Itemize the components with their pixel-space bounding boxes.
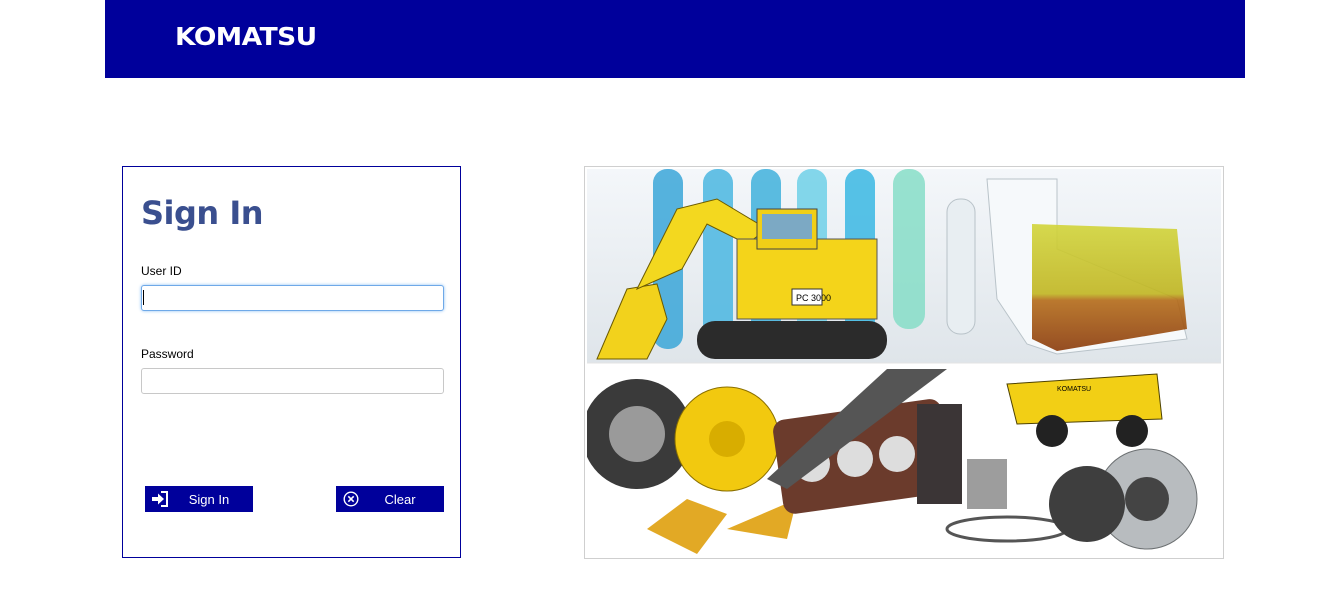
password-input[interactable] <box>141 368 444 394</box>
password-label: Password <box>141 347 194 361</box>
header-bar: KOMATSU <box>105 0 1245 78</box>
signin-panel: Sign In User ID Password Sign In Clear <box>122 166 461 558</box>
hero-image: PC 3000 KOMATSU <box>584 166 1224 559</box>
user-id-input[interactable] <box>141 285 444 311</box>
truck-badge-text: KOMATSU <box>1057 386 1091 393</box>
clear-button[interactable]: Clear <box>336 486 444 512</box>
hero-collage: PC 3000 KOMATSU <box>587 169 1221 556</box>
komatsu-logo: KOMATSU <box>175 22 317 51</box>
signin-button-label: Sign In <box>188 491 230 507</box>
excavator-model-text: PC 3000 <box>796 293 831 303</box>
signin-button[interactable]: Sign In <box>145 486 253 512</box>
user-id-label: User ID <box>141 264 182 278</box>
clear-x-circle-icon <box>336 491 366 507</box>
sign-in-icon <box>145 491 175 507</box>
signin-title: Sign In <box>141 194 264 232</box>
clear-button-label: Clear <box>384 491 416 507</box>
text-caret <box>143 290 144 305</box>
